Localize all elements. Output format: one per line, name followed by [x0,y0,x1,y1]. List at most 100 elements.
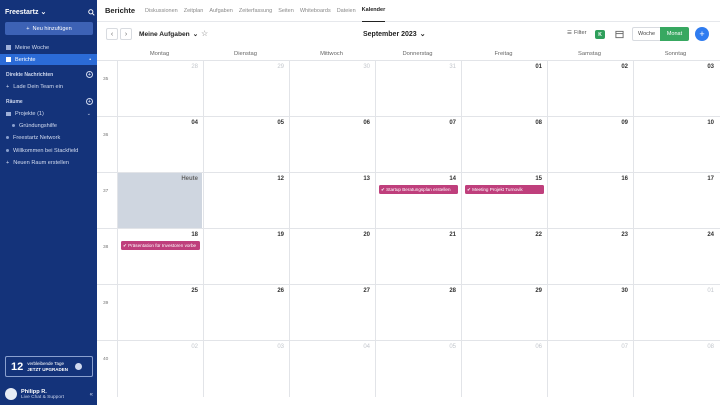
filter-button[interactable]: ☰ Filter [567,30,586,36]
create-room-link[interactable]: + Neuen Raum erstellen [0,157,97,168]
sidebar-room-network[interactable]: Freestartz Network [0,132,97,143]
day-cell[interactable]: 12 [203,173,288,229]
tab-pages[interactable]: Seiten [278,0,294,22]
day-cell[interactable]: 17 [633,173,718,229]
chevron-down-icon[interactable]: ⌄ [87,111,91,117]
page-title: Berichte [105,6,136,15]
upgrade-link[interactable]: JETZT UPGRADEN [27,367,68,373]
week-view-button[interactable]: Woche [632,27,661,41]
tab-files[interactable]: Dateien [337,0,356,22]
tab-tasks[interactable]: Aufgaben [209,0,233,22]
tab-calendar[interactable]: Kalender [361,0,386,22]
day-cell[interactable]: 09 [547,117,632,173]
calendar-event[interactable]: ✔ Präsentation für Investoren vorbe [121,241,200,250]
weekday-label: Samstag [578,51,601,57]
next-month-button[interactable]: › [120,28,132,40]
day-cell[interactable]: 06 [461,341,546,397]
star-icon[interactable]: ☆ [201,29,208,38]
add-new-button[interactable]: + Neu hinzufügen [5,22,93,35]
add-room-icon[interactable]: + [86,98,93,105]
day-cell[interactable]: 05 [203,117,288,173]
day-cell[interactable]: 08 [461,117,546,173]
day-cell[interactable]: 04 [289,341,374,397]
sidebar-room-gruendungshilfe[interactable]: Gründungshilfe [0,120,97,131]
tab-whiteboards[interactable]: Whiteboards [300,0,331,22]
user-profile[interactable]: Philipp R. Live Chat & Support [0,383,97,405]
day-cell[interactable]: 05 [375,341,460,397]
day-cell[interactable]: 14 ✔ Startup Beratungsplan erstellen [375,173,460,229]
day-cell[interactable]: 08 [633,341,718,397]
tab-time-tracking[interactable]: Zeiterfassung [239,0,272,22]
support-link[interactable]: Live Chat & Support [21,395,64,400]
week-row: 38 18 ✔ Präsentation für Investoren vorbe 1… [97,228,720,285]
day-cell[interactable]: 10 [633,117,718,173]
week-number: 39 [103,301,109,306]
day-number: 16 [621,176,628,182]
day-cell[interactable]: 22 [461,229,546,285]
trial-upgrade-box[interactable]: 12 verbleibende Tage JETZT UPGRADEN [5,356,93,377]
day-cell[interactable]: 31 [375,61,460,117]
tab-discussions[interactable]: Diskussionen [145,0,178,22]
day-cell[interactable]: 30 [289,61,374,117]
workspace-switcher[interactable]: Freestartz ⌄ [5,8,46,17]
day-cell[interactable]: 30 [547,285,632,341]
day-cell[interactable]: 02 [547,61,632,117]
day-cell[interactable]: 07 [547,341,632,397]
filter-badge[interactable]: K [595,30,605,39]
invite-team-link[interactable]: + Lade Dein Team ein [0,81,97,92]
day-number: 30 [363,64,370,70]
day-cell[interactable]: 02 [117,341,202,397]
day-cell[interactable]: 19 [203,229,288,285]
day-cell[interactable]: 28 [117,61,202,117]
day-cell[interactable]: 07 [375,117,460,173]
collapse-sidebar-icon[interactable]: « [90,392,93,398]
sidebar-room-projects[interactable]: Projekte (1) ⌄ [0,108,97,119]
calendar-event[interactable]: ✔ Meeting Projekt Turnovik [465,185,544,194]
search-icon[interactable] [87,8,95,16]
tab-schedule[interactable]: Zeitplan [184,0,204,22]
trial-days: 12 [11,360,24,373]
day-cell-today[interactable]: Heute [117,173,202,229]
day-cell[interactable]: 28 [375,285,460,341]
day-cell[interactable]: 03 [633,61,718,117]
prev-month-button[interactable]: ‹ [106,28,118,40]
week-number: 35 [103,77,109,82]
day-cell[interactable]: 27 [289,285,374,341]
day-number: 26 [277,288,284,294]
day-cell[interactable]: 29 [203,61,288,117]
calendar-event[interactable]: ✔ Startup Beratungsplan erstellen [379,185,458,194]
day-cell[interactable]: 23 [547,229,632,285]
sidebar-item-my-week[interactable]: Meine Woche [0,42,97,53]
day-cell[interactable]: 15 ✔ Meeting Projekt Turnovik [461,173,546,229]
day-cell[interactable]: 01 [461,61,546,117]
day-cell[interactable]: 24 [633,229,718,285]
day-cell[interactable]: 29 [461,285,546,341]
sidebar-room-welcome[interactable]: Willkommen bei Stackfield [0,145,97,156]
day-cell[interactable]: 20 [289,229,374,285]
day-cell[interactable]: 21 [375,229,460,285]
grid-view-icon[interactable] [615,30,624,39]
sidebar-item-reports[interactable]: Berichte • [0,54,97,65]
day-cell[interactable]: 01 [633,285,718,341]
day-cell[interactable]: 04 [117,117,202,173]
day-cell[interactable]: 18 ✔ Präsentation für Investoren vorbe [117,229,202,285]
day-cell[interactable]: 03 [203,341,288,397]
day-number: 19 [277,232,284,238]
more-icon[interactable]: • [89,57,91,63]
day-cell[interactable]: 26 [203,285,288,341]
month-view-button[interactable]: Monat [660,27,689,41]
day-number: 08 [535,120,542,126]
day-cell[interactable]: 13 [289,173,374,229]
day-number: 29 [277,64,284,70]
view-selector[interactable]: Meine Aufgaben ⌄ [139,30,198,39]
day-cell[interactable]: 06 [289,117,374,173]
filter-icon: ☰ [567,30,573,36]
day-cell[interactable]: 16 [547,173,632,229]
month-selector[interactable]: September 2023 ⌄ [363,30,426,39]
day-cell[interactable]: 25 [117,285,202,341]
calendar-icon [6,45,11,50]
plus-icon: + [6,83,10,90]
week-number: 38 [103,245,109,250]
add-dm-icon[interactable]: + [86,71,93,78]
add-event-button[interactable]: + [695,27,709,41]
